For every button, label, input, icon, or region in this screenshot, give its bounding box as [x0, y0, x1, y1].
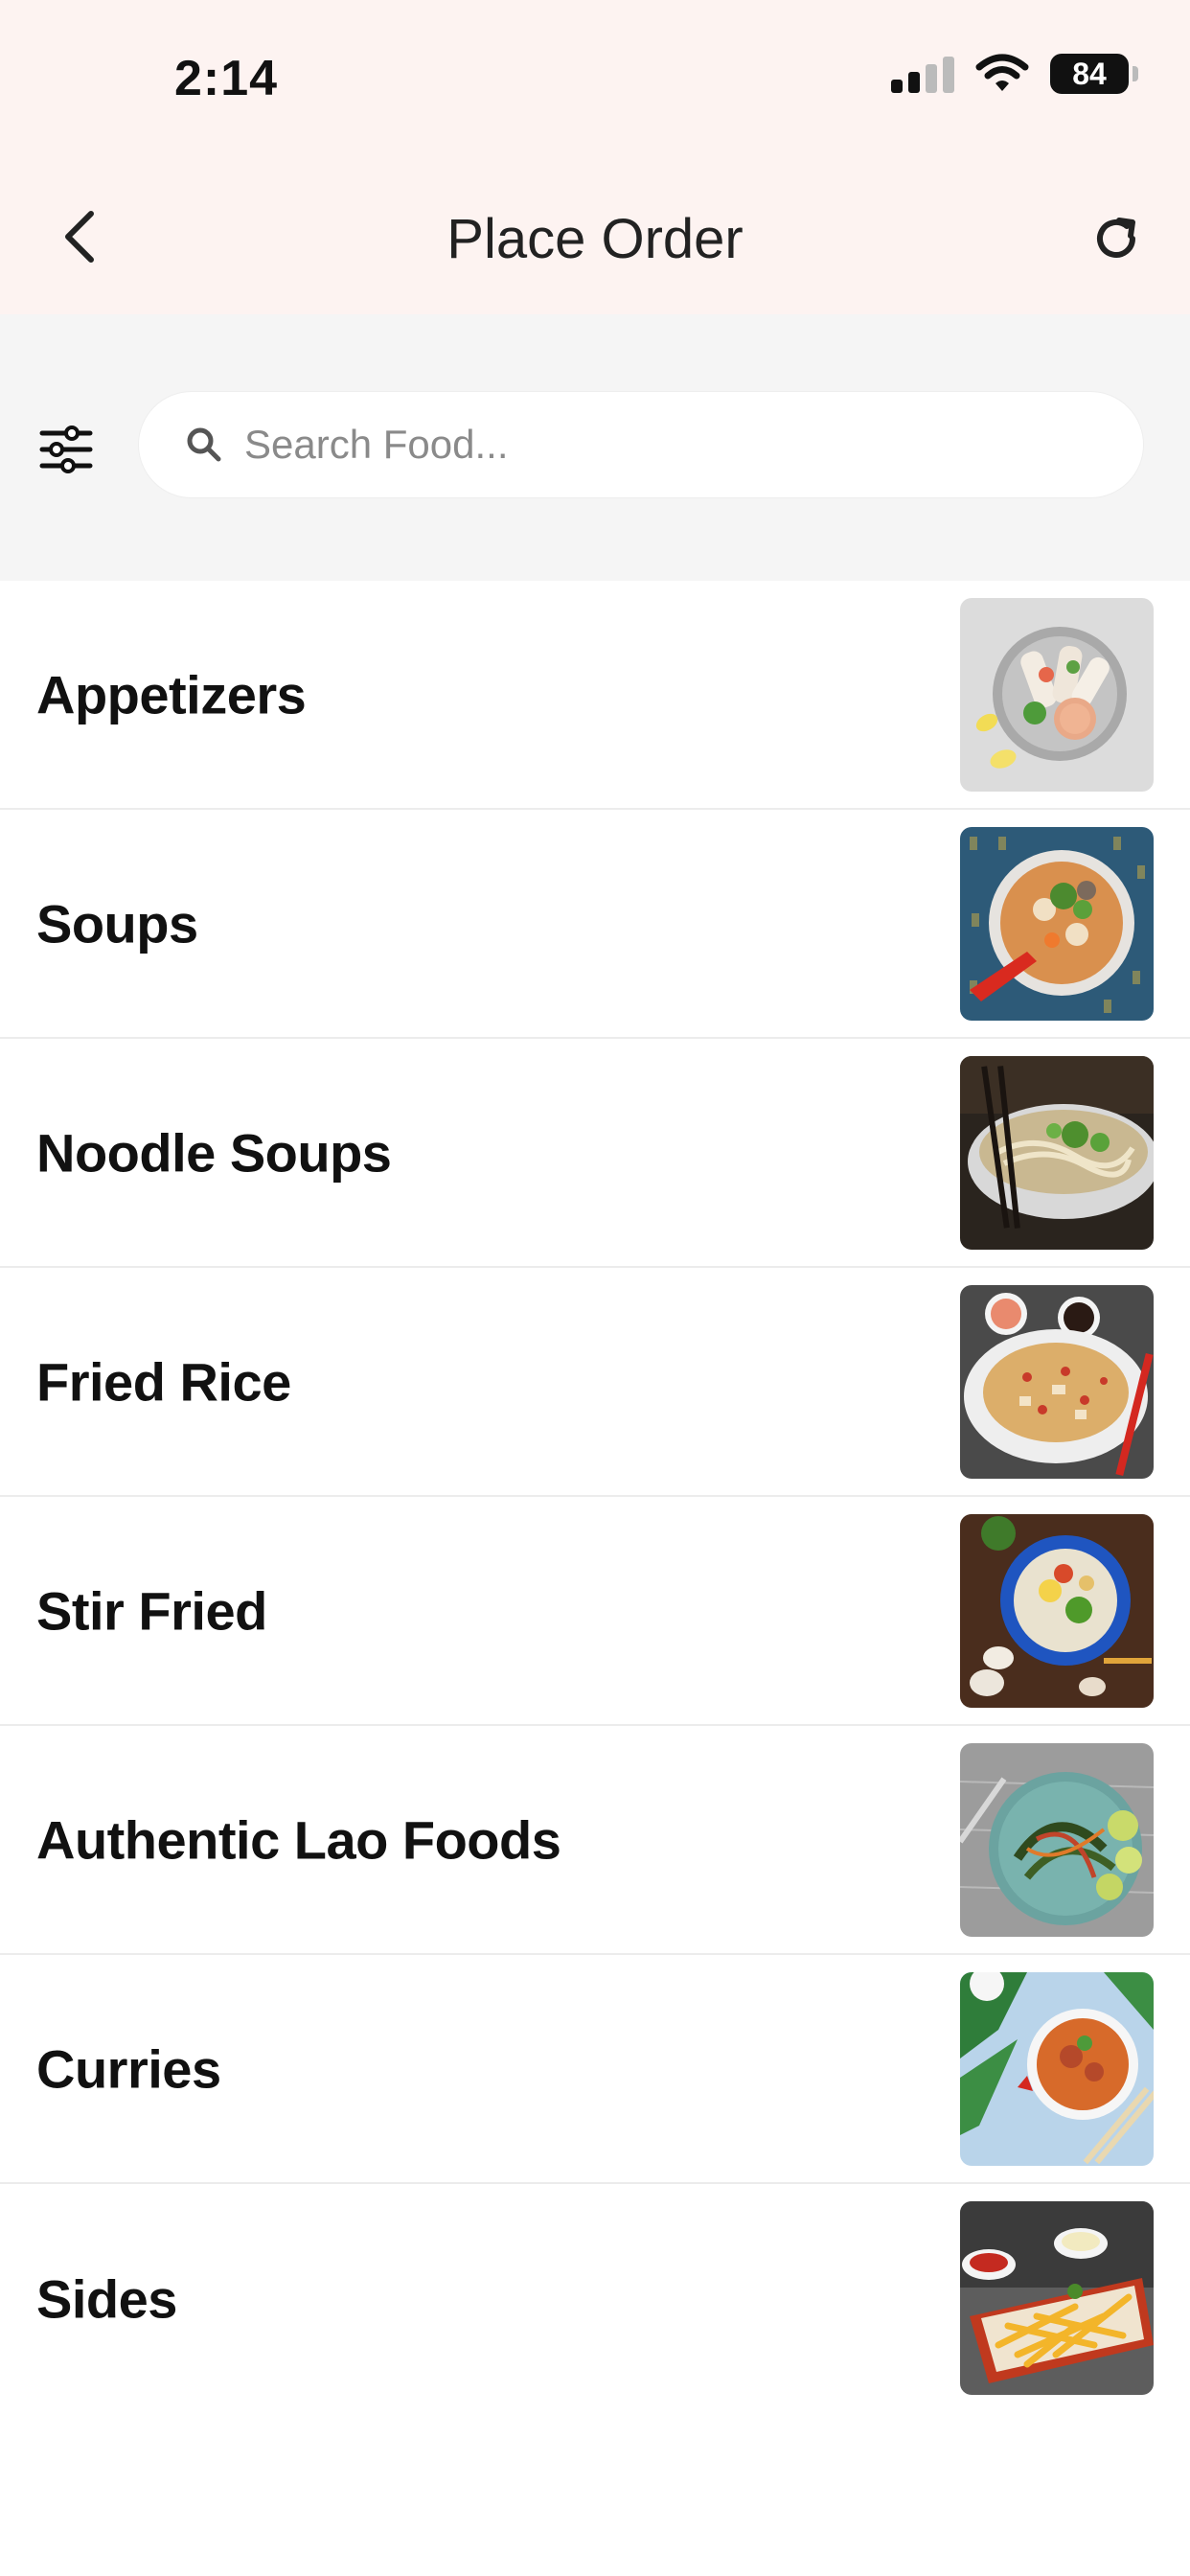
category-image-stir-fried [960, 1514, 1154, 1708]
wifi-icon [975, 54, 1029, 91]
category-row-curries[interactable]: Curries [0, 1955, 1190, 2184]
category-row-noodle-soups[interactable]: Noodle Soups [0, 1039, 1190, 1268]
category-row-appetizers[interactable]: Appetizers [0, 581, 1190, 810]
category-image-authentic-lao-foods [960, 1743, 1154, 1937]
filter-button[interactable] [34, 418, 98, 481]
category-label: Fried Rice [36, 1351, 291, 1412]
category-image-sides [960, 2201, 1154, 2395]
status-icons: 84 [891, 54, 1138, 94]
category-label: Appetizers [36, 664, 307, 724]
category-row-authentic-lao-foods[interactable]: Authentic Lao Foods [0, 1726, 1190, 1955]
search-icon [187, 427, 221, 462]
category-label: Authentic Lao Foods [36, 1809, 561, 1870]
category-label: Curries [36, 2038, 221, 2099]
category-label: Stir Fried [36, 1580, 267, 1641]
page-title: Place Order [446, 208, 744, 270]
sliders-icon [39, 426, 93, 473]
category-image-curries [960, 1972, 1154, 2166]
category-list: Appetizers Soups Noodle Soups Fried Rice… [0, 581, 1190, 2413]
category-row-fried-rice[interactable]: Fried Rice [0, 1268, 1190, 1497]
search-input[interactable] [244, 422, 1107, 468]
category-row-sides[interactable]: Sides [0, 2184, 1190, 2413]
search-area [0, 314, 1190, 581]
search-box[interactable] [138, 391, 1144, 498]
category-label: Sides [36, 2268, 177, 2329]
refresh-button[interactable] [1083, 205, 1150, 272]
category-label: Noodle Soups [36, 1122, 392, 1183]
battery-level: 84 [1072, 56, 1107, 91]
category-label: Soups [36, 893, 198, 954]
category-image-fried-rice [960, 1285, 1154, 1479]
refresh-icon [1097, 218, 1135, 258]
category-row-stir-fried[interactable]: Stir Fried [0, 1497, 1190, 1726]
category-row-soups[interactable]: Soups [0, 810, 1190, 1039]
page-header: Place Order [0, 182, 1190, 297]
cellular-signal-icon [891, 55, 954, 93]
battery-icon: 84 [1050, 54, 1138, 94]
status-time: 2:14 [174, 51, 279, 106]
category-image-appetizers [960, 598, 1154, 792]
category-image-noodle-soups [960, 1056, 1154, 1250]
category-image-soups [960, 827, 1154, 1021]
top-bar: 2:14 84 Place Order [0, 0, 1190, 314]
